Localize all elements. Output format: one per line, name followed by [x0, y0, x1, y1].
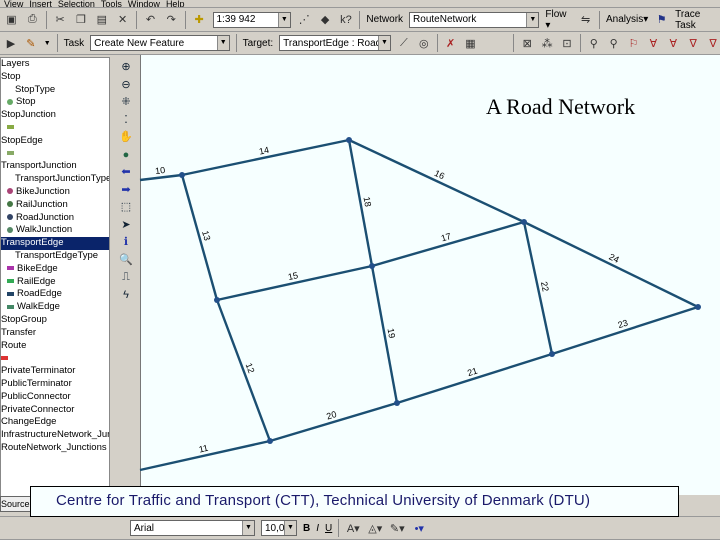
road-edge[interactable] [348, 138, 525, 224]
edge-label: 19 [386, 327, 398, 339]
fill-color-icon[interactable]: ◬▾ [367, 520, 383, 536]
road-edge[interactable] [139, 173, 183, 182]
font-value: Arial [134, 522, 155, 534]
road-junction[interactable] [179, 172, 185, 178]
font-size-combo[interactable]: 10,00 ▼ [261, 520, 297, 536]
chevron-down-icon[interactable]: ▼ [284, 521, 296, 535]
edge-label: 17 [440, 231, 452, 243]
edge-label: 11 [198, 443, 209, 455]
map-title: A Road Network [486, 94, 636, 119]
road-junction[interactable] [521, 219, 527, 225]
road-network: 101416131815172422191211202123 [139, 137, 701, 472]
italic-button[interactable]: I [316, 523, 319, 534]
road-junction[interactable] [549, 351, 555, 357]
edge-label: 21 [466, 366, 479, 379]
edge-label: 20 [325, 409, 337, 421]
marker-color-icon[interactable]: •▾ [411, 520, 427, 536]
road-edge[interactable] [551, 305, 699, 356]
road-edge[interactable] [523, 220, 699, 309]
edge-label: 13 [200, 229, 212, 241]
road-junction[interactable] [369, 263, 375, 269]
slide-caption: Centre for Traffic and Transport (CTT), … [30, 486, 679, 517]
font-color-icon[interactable]: A▾ [345, 520, 361, 536]
road-edge[interactable] [396, 352, 553, 405]
edge-label: 10 [155, 165, 166, 176]
edge-label: 23 [617, 318, 630, 331]
road-junction[interactable] [346, 137, 352, 143]
chevron-down-icon[interactable]: ▼ [242, 521, 254, 535]
road-edge[interactable] [371, 220, 525, 268]
edge-label: 15 [287, 270, 299, 282]
line-color-icon[interactable]: ✎▾ [389, 520, 405, 536]
road-junction[interactable] [695, 304, 701, 310]
edge-label: 14 [258, 145, 270, 157]
draw-toolbar: Arial ▼ 10,00 ▼ B I U A▾ ◬▾ ✎▾ •▾ [0, 516, 720, 540]
bold-button[interactable]: B [303, 523, 310, 534]
road-junction[interactable] [214, 297, 220, 303]
edge-label: 22 [539, 281, 551, 293]
road-junction[interactable] [267, 438, 273, 444]
font-combo[interactable]: Arial ▼ [130, 520, 255, 536]
edge-label: 18 [362, 196, 374, 208]
underline-button[interactable]: U [325, 523, 332, 534]
road-edge[interactable] [215, 299, 272, 442]
road-junction[interactable] [394, 400, 400, 406]
